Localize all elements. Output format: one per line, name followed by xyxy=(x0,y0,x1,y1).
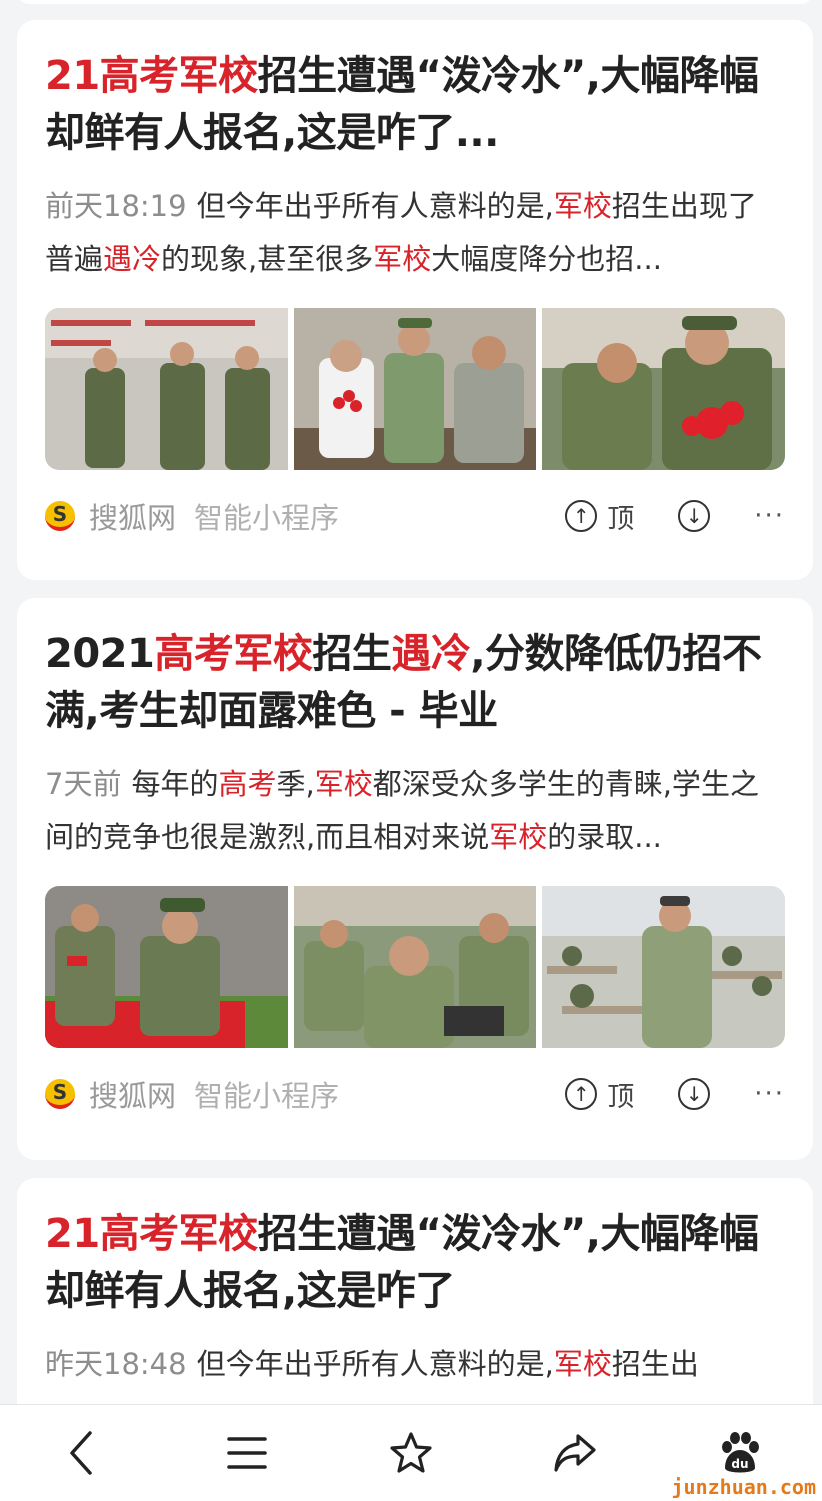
more-icon[interactable]: ··· xyxy=(754,501,785,531)
highlighted-keyword: 遇冷 xyxy=(391,631,471,677)
thumbnail-image[interactable] xyxy=(542,886,786,1048)
thumbnail-image[interactable] xyxy=(45,308,288,470)
result-title[interactable]: 21高考军校招生遭遇“泼冷水”,大幅降幅却鲜有人报名,这是咋了... xyxy=(45,48,785,162)
result-actions: ↑ 顶 ↓ ··· xyxy=(565,1048,785,1140)
source-tag: 智能小程序 xyxy=(194,1079,340,1113)
text-segment: 但今年出乎所有人意料的是, xyxy=(196,189,554,223)
text-segment: 季, xyxy=(276,767,315,801)
menu-button[interactable] xyxy=(207,1413,287,1493)
arrow-up-icon[interactable]: ↑ xyxy=(565,500,598,532)
arrow-down-icon[interactable]: ↓ xyxy=(678,1078,711,1110)
result-actions: ↑ 顶 ↓ ··· xyxy=(565,470,785,562)
menu-icon xyxy=(226,1437,267,1469)
highlighted-keyword: 军校 xyxy=(553,189,612,223)
share-button[interactable] xyxy=(535,1413,615,1493)
result-meta: S 搜狐网 智能小程序 ↑ 顶 ↓ ··· xyxy=(45,470,785,562)
result-title[interactable]: 21高考军校招生遭遇“泼冷水”,大幅降幅却鲜有人报名,这是咋了 xyxy=(45,1206,785,1320)
result-snippet: 昨天18:48 但今年出乎所有人意料的是,军校招生出 xyxy=(45,1338,785,1391)
text-segment: 招生出 xyxy=(611,1347,699,1381)
source-name[interactable]: 搜狐网 xyxy=(89,1073,176,1115)
text-segment: 的录取... xyxy=(547,820,662,854)
highlighted-keyword: 21高考军校 xyxy=(45,53,258,99)
result-time: 7天前 xyxy=(45,767,122,801)
result-card[interactable]: 21高考军校招生遭遇“泼冷水”,大幅降幅却鲜有人报名,这是咋了... 前天18:… xyxy=(17,20,813,580)
text-segment: 的现象,甚至很多 xyxy=(161,242,374,276)
result-card[interactable]: 2021高考军校招生遇冷,分数降低仍招不满,考生却面露难色 - 毕业 7天前 每年… xyxy=(17,598,813,1160)
star-icon xyxy=(390,1432,432,1473)
text-segment: 2021 xyxy=(45,631,155,677)
result-snippet: 前天18:19 但今年出乎所有人意料的是,军校招生出现了普遍遇冷的现象,甚至很多军… xyxy=(45,180,785,286)
source-tag: 智能小程序 xyxy=(194,501,340,535)
back-button[interactable] xyxy=(42,1413,122,1493)
result-card[interactable]: 21高考军校招生遭遇“泼冷水”,大幅降幅却鲜有人报名,这是咋了 昨天18:48 但… xyxy=(17,1178,813,1438)
text-segment: 每年的 xyxy=(131,767,219,801)
svg-text:du: du xyxy=(731,1457,748,1471)
highlighted-keyword: 军校 xyxy=(314,767,373,801)
previous-card-edge xyxy=(17,0,813,4)
text-segment: 但今年出乎所有人意料的是, xyxy=(196,1347,554,1381)
result-time: 昨天18:48 xyxy=(45,1347,187,1381)
highlighted-keyword: 遇冷 xyxy=(103,242,162,276)
highlighted-keyword: 军校 xyxy=(489,820,548,854)
arrow-down-icon[interactable]: ↓ xyxy=(678,500,711,532)
watermark-text: junzhuan.com xyxy=(671,1475,817,1499)
back-icon xyxy=(70,1431,92,1475)
text-segment: 大幅度降分也招... xyxy=(431,242,662,276)
source-name[interactable]: 搜狐网 xyxy=(89,495,176,537)
bottom-nav-bar: du junzhuan.com xyxy=(0,1404,822,1501)
result-time: 前天18:19 xyxy=(45,189,187,223)
result-snippet: 7天前 每年的高考季,军校都深受众多学生的青睐,学生之间的竞争也很是激烈,而且相对… xyxy=(45,758,785,864)
highlighted-keyword: 21高考军校 xyxy=(45,1211,258,1257)
sohu-logo-icon: S xyxy=(45,1079,75,1109)
text-segment: 招生 xyxy=(312,631,392,677)
sohu-logo-icon: S xyxy=(45,501,75,531)
highlighted-keyword: 高考军校 xyxy=(154,631,313,677)
highlighted-keyword: 军校 xyxy=(373,242,432,276)
thumbnail-image[interactable] xyxy=(293,308,537,470)
result-meta: S 搜狐网 智能小程序 ↑ 顶 ↓ ··· xyxy=(45,1048,785,1140)
thumbnail-image[interactable] xyxy=(293,886,537,1048)
thumbnail-image[interactable] xyxy=(45,886,288,1048)
thumbnail-image[interactable] xyxy=(542,308,786,470)
favorite-button[interactable] xyxy=(371,1413,451,1493)
highlighted-keyword: 高考 xyxy=(218,767,277,801)
upvote-label[interactable]: 顶 xyxy=(607,497,634,536)
baidu-paw-icon: du xyxy=(721,1432,759,1473)
more-icon[interactable]: ··· xyxy=(754,1079,785,1109)
thumbnail-row[interactable] xyxy=(45,308,786,470)
highlighted-keyword: 军校 xyxy=(553,1347,612,1381)
arrow-up-icon[interactable]: ↑ xyxy=(565,1078,598,1110)
thumbnail-row[interactable] xyxy=(45,886,786,1048)
result-title[interactable]: 2021高考军校招生遇冷,分数降低仍招不满,考生却面露难色 - 毕业 xyxy=(45,626,785,740)
share-icon xyxy=(554,1434,596,1472)
upvote-label[interactable]: 顶 xyxy=(607,1075,634,1114)
